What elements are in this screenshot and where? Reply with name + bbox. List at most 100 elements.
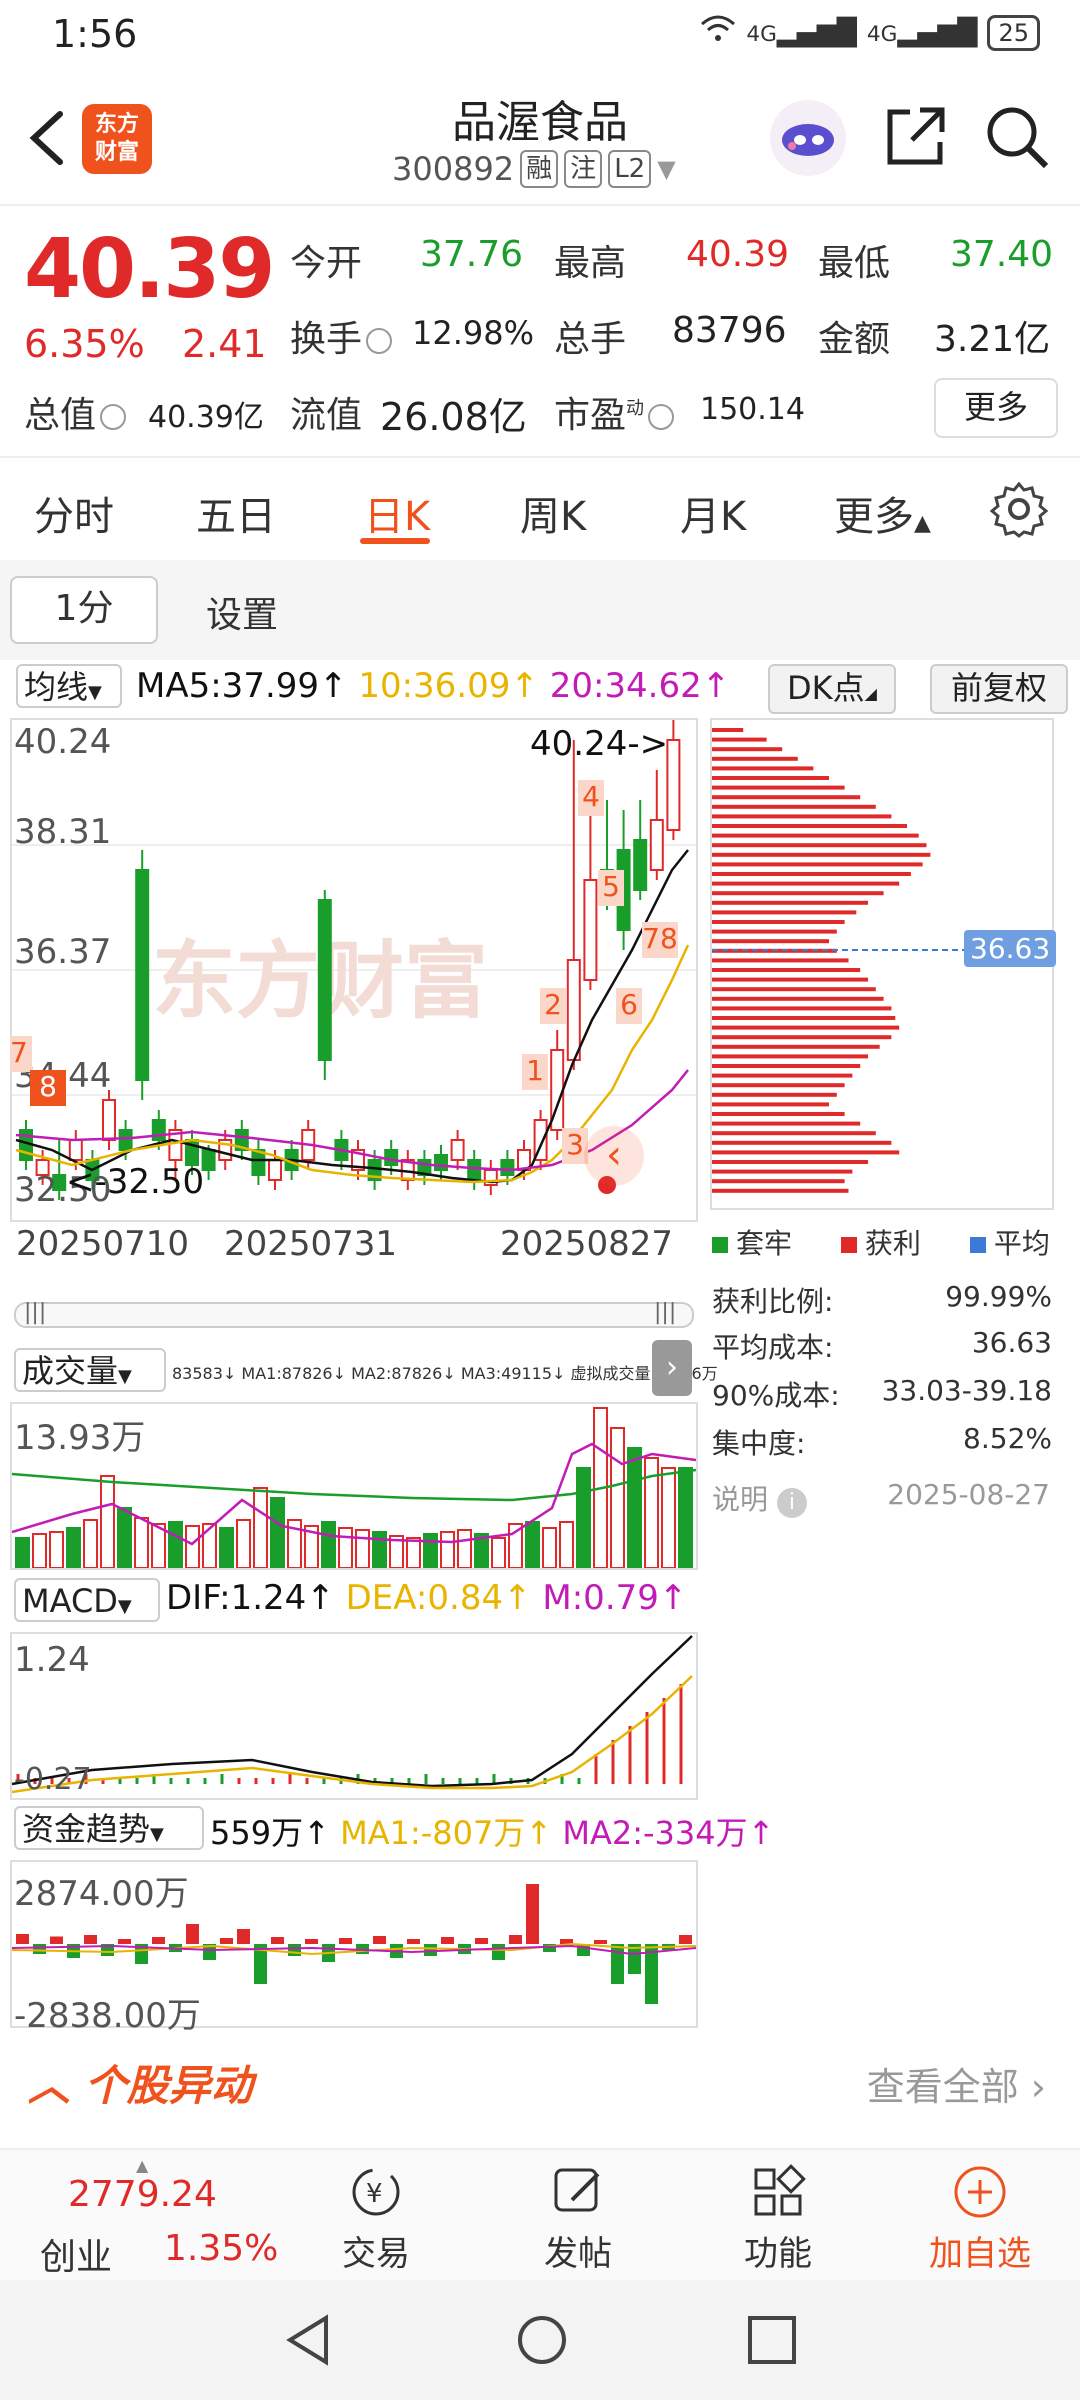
fund-ma1: MA1:-807万↑ [340, 1814, 553, 1852]
signal-marker[interactable]: 78 [642, 922, 678, 958]
volume-bar [270, 1497, 285, 1568]
system-back-icon[interactable] [282, 2312, 338, 2368]
signal-marker[interactable]: 1 [522, 1054, 548, 1090]
nav-trade[interactable]: ¥ 交易 [306, 2164, 446, 2275]
system-recents-icon[interactable] [744, 2312, 800, 2368]
info-icon [648, 404, 675, 430]
volume-bar [15, 1537, 30, 1568]
chip-note[interactable]: 说明 i [712, 1478, 807, 1518]
chip-bar [712, 1054, 868, 1059]
system-nav-bar [0, 2280, 1080, 2400]
share-icon[interactable] [880, 102, 950, 172]
chip-bar [712, 1035, 892, 1040]
macd-dea: DEA:0.84↑ [345, 1578, 532, 1618]
fund-bar [152, 1937, 165, 1944]
fund-bar [424, 1944, 437, 1956]
trade-icon: ¥ [348, 2164, 404, 2220]
nav-functions[interactable]: 功能 [708, 2164, 848, 2275]
chip-bar [712, 1044, 880, 1049]
time-range-scrollbar[interactable] [14, 1302, 694, 1328]
candle-body [102, 1099, 116, 1141]
settings-button[interactable]: 设置 [206, 586, 278, 638]
stat-value: 8.52% [963, 1422, 1052, 1455]
robot-assistant-icon[interactable] [770, 100, 846, 176]
fund-bar [50, 1936, 63, 1944]
nav-add-watchlist[interactable]: 加自选 [910, 2164, 1050, 2275]
chip-date: 2025-08-27 [887, 1478, 1050, 1511]
system-home-icon[interactable] [514, 2312, 570, 2368]
signal-icon-1: 4G▂▄▆█ [746, 17, 857, 48]
stock-alert-header[interactable]: ︿ 个股异动 [28, 2052, 253, 2113]
signal-marker[interactable]: 2 [540, 988, 566, 1024]
volume-bar [678, 1467, 693, 1568]
chevron-right-icon[interactable]: › [652, 1340, 692, 1396]
turnover-label: 换手 [290, 310, 393, 362]
volume-bar [117, 1507, 132, 1568]
chip-legend: 套牢 获利 平均 [712, 1222, 1050, 1262]
volume-bar [219, 1527, 234, 1568]
turnover-value: 12.98% [412, 314, 535, 352]
float-value: 26.08亿 [380, 395, 527, 439]
tab-weekly-k[interactable]: 周K [520, 484, 586, 542]
ma-selector[interactable]: 均线▼ [16, 664, 122, 708]
tab-daily-k[interactable]: 日K [364, 484, 430, 542]
signal-marker[interactable]: 8 [30, 1070, 66, 1106]
tab-intraday[interactable]: 分时 [34, 484, 114, 542]
nav-post[interactable]: 发帖 [508, 2164, 648, 2275]
fund-trend-selector[interactable]: 资金趋势▼ [14, 1806, 204, 1850]
date-label: 20250827 [500, 1224, 674, 1264]
volume-selector[interactable]: 成交量▼ [14, 1348, 166, 1392]
low-value: 37.40 [950, 234, 1054, 275]
search-icon[interactable] [982, 102, 1052, 172]
chip-bar [712, 1092, 837, 1097]
scroll-handle-left[interactable]: ||| [24, 1300, 46, 1325]
legend-average: 平均 [993, 1227, 1050, 1260]
avg-cost-label: 36.63 [964, 930, 1057, 967]
gear-icon[interactable] [989, 480, 1049, 538]
tab-monthly-k[interactable]: 月K [680, 484, 746, 542]
scroll-handle-right[interactable]: ||| [654, 1300, 676, 1325]
tab-more[interactable]: 更多▲ [834, 484, 931, 542]
more-button[interactable]: 更多 [934, 378, 1058, 438]
bottom-nav: ▲ 2779.24 创业 1.35% ¥ 交易 发帖 功能 加自选 [0, 2148, 1080, 2280]
macd-chart[interactable] [10, 1632, 698, 1800]
macd-selector[interactable]: MACD▼ [14, 1578, 160, 1622]
chip-bar [712, 785, 845, 790]
volume-bar [321, 1521, 336, 1568]
fund-bar [509, 1935, 522, 1944]
adjustment-selector[interactable]: 前复权 [930, 664, 1068, 714]
chip-bar [712, 1073, 853, 1078]
caret-up-icon: ▲ [136, 2156, 149, 2175]
battery-icon: 25 [987, 14, 1040, 51]
nav-label: 交易 [342, 2234, 410, 2274]
volume-bar [525, 1521, 540, 1568]
nav-label: 加自选 [929, 2234, 1031, 2274]
svg-text:¥: ¥ [366, 2179, 383, 2209]
status-time: 1:56 [52, 12, 138, 56]
fund-bottom: -2838.00万 [14, 1996, 201, 2036]
chip-bar [712, 881, 900, 886]
signal-marker[interactable]: 4 [578, 780, 604, 816]
signal-marker[interactable]: 7 [10, 1036, 32, 1072]
fund-bar [220, 1938, 233, 1944]
high-marker: 40.24-> [530, 724, 669, 764]
signal-marker[interactable]: 5 [598, 870, 624, 906]
chip-bar [712, 1064, 861, 1068]
volume-bar [202, 1523, 217, 1568]
fund-bar [33, 1944, 46, 1954]
stock-code-row[interactable]: 300892 融 注 L2 ▼ [392, 150, 676, 188]
fund-value: 559万↑ [210, 1814, 330, 1852]
chip-bar [712, 987, 876, 992]
axis-tick: 38.31 [14, 812, 112, 852]
chip-bar [712, 939, 829, 944]
view-all-link[interactable]: 查看全部 › [867, 2056, 1046, 2111]
candle-body [268, 1159, 282, 1181]
interval-button[interactable]: 1分 [10, 576, 158, 644]
chip-bar [712, 958, 849, 963]
volume-legend: 83583↓ MA1:87826↓ MA2:87826↓ MA3:49115↓ … [172, 1364, 718, 1383]
dk-point-selector[interactable]: DK点◢ [768, 664, 896, 714]
chevron-left-icon[interactable]: ‹ [584, 1126, 644, 1186]
chip-bar [712, 1169, 853, 1174]
tab-five-day[interactable]: 五日 [196, 484, 276, 542]
signal-marker[interactable]: 6 [616, 988, 642, 1024]
